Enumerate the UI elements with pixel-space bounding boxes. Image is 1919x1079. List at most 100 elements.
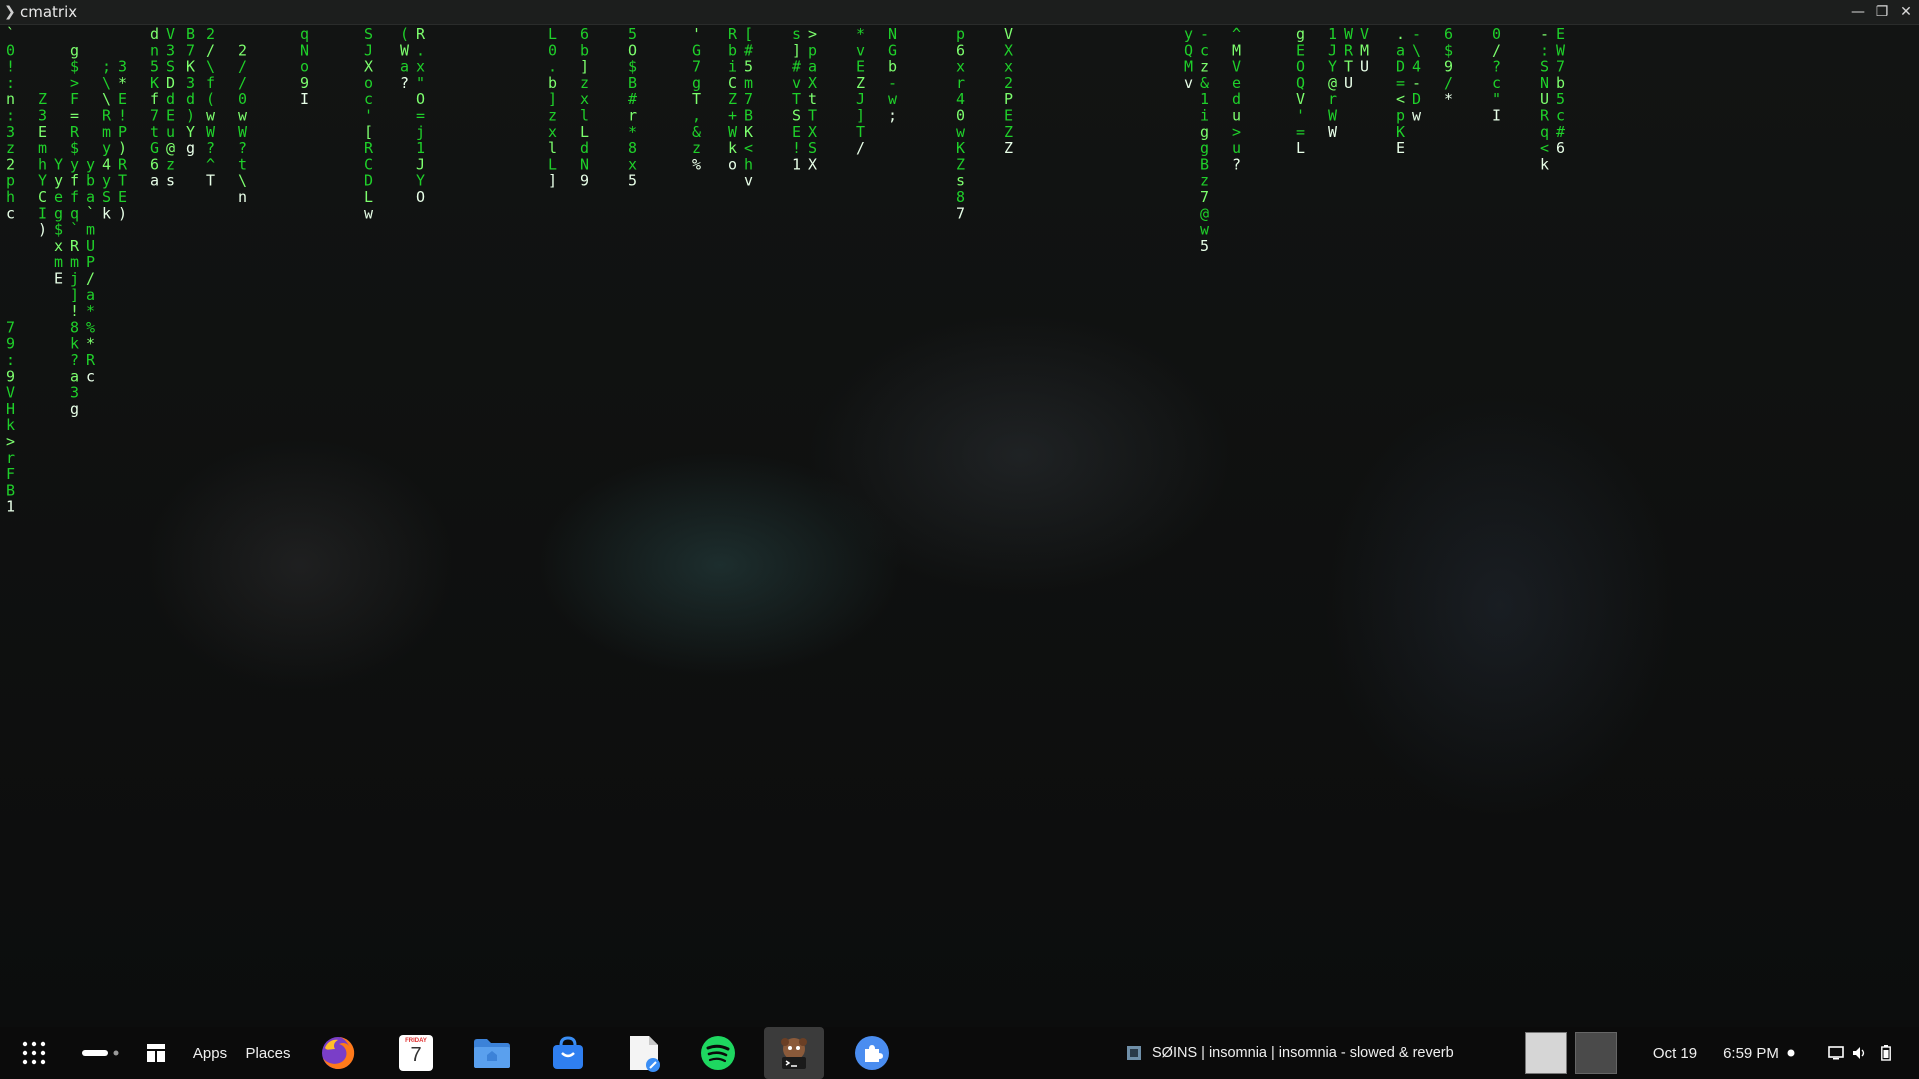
- matrix-glyph: ': [1296, 107, 1305, 125]
- matrix-glyph: X: [1004, 41, 1013, 59]
- matrix-glyph: *: [118, 74, 127, 92]
- matrix-glyph: F: [70, 90, 79, 108]
- matrix-glyph: 6: [150, 155, 159, 173]
- calendar-icon[interactable]: FRIDAY 7: [396, 1027, 436, 1079]
- matrix-glyph: g: [70, 400, 79, 418]
- matrix-glyph: *: [628, 123, 637, 141]
- matrix-glyph: !: [118, 107, 127, 125]
- places-menu-label: Places: [245, 1044, 291, 1062]
- matrix-glyph: &: [1200, 74, 1209, 92]
- matrix-glyph: ?: [70, 351, 79, 369]
- text-editor-icon[interactable]: [624, 1027, 664, 1079]
- software-store-icon[interactable]: [548, 1027, 588, 1079]
- workspace-thumb-1[interactable]: [1524, 1027, 1568, 1079]
- matrix-glyph: K: [1396, 123, 1405, 141]
- matrix-glyph: n: [6, 90, 15, 108]
- workspace-indicator[interactable]: [80, 1027, 120, 1079]
- matrix-glyph: O: [416, 188, 425, 206]
- matrix-glyph: M: [1184, 58, 1193, 76]
- matrix-glyph: 7: [956, 204, 965, 222]
- matrix-glyph: k: [1540, 155, 1549, 173]
- battery-icon[interactable]: [1876, 1027, 1896, 1079]
- workspace-thumb-2[interactable]: [1574, 1027, 1618, 1079]
- matrix-glyph: t: [238, 155, 247, 173]
- close-icon[interactable]: ✕: [1897, 3, 1915, 21]
- matrix-glyph: 7: [6, 318, 15, 336]
- screen-icon[interactable]: [1826, 1027, 1846, 1079]
- files-icon[interactable]: [472, 1027, 512, 1079]
- matrix-glyph: V: [6, 384, 15, 402]
- matrix-glyph: L: [548, 155, 557, 173]
- matrix-glyph: v: [792, 74, 801, 92]
- media-player-icon[interactable]: [1124, 1027, 1144, 1079]
- window-list-icon[interactable]: [144, 1027, 168, 1079]
- matrix-glyph: r: [6, 449, 15, 467]
- matrix-glyph: W: [1328, 123, 1338, 141]
- matrix-glyph: /: [238, 58, 247, 76]
- matrix-glyph: N: [1540, 74, 1549, 92]
- matrix-glyph: 1: [416, 139, 425, 157]
- matrix-glyph: B: [1200, 155, 1209, 173]
- matrix-glyph: r: [1328, 90, 1337, 108]
- matrix-glyph: y: [70, 155, 79, 173]
- extensions-icon[interactable]: [852, 1027, 892, 1079]
- apps-menu-button[interactable]: Apps: [190, 1027, 230, 1079]
- notification-dot-icon[interactable]: [1784, 1027, 1798, 1079]
- minimize-icon[interactable]: —: [1849, 3, 1867, 21]
- matrix-glyph: :: [6, 74, 15, 92]
- matrix-glyph: b: [86, 172, 95, 190]
- matrix-column: SJXoc'[RCDLw: [364, 25, 374, 222]
- matrix-glyph: L: [1296, 139, 1305, 157]
- matrix-glyph: T: [808, 107, 817, 125]
- matrix-glyph: x: [628, 155, 637, 173]
- matrix-glyph: R: [102, 107, 112, 125]
- matrix-glyph: x: [54, 237, 63, 255]
- terminal-icon[interactable]: [764, 1027, 824, 1079]
- matrix-column: .aD=<pKE: [1396, 25, 1405, 157]
- matrix-glyph: #: [744, 41, 753, 59]
- matrix-glyph: R: [70, 123, 80, 141]
- matrix-glyph: K: [956, 139, 965, 157]
- matrix-glyph: I: [300, 90, 309, 108]
- matrix-column: L0.b]zxlL]: [548, 25, 557, 190]
- matrix-glyph: o: [364, 74, 373, 92]
- matrix-column: gEOQV'=L: [1296, 25, 1305, 157]
- matrix-glyph: \: [238, 172, 247, 190]
- matrix-glyph: r: [628, 107, 637, 125]
- matrix-glyph: `: [6, 25, 15, 43]
- matrix-glyph: >: [1232, 123, 1241, 141]
- matrix-glyph: @: [1200, 204, 1209, 222]
- matrix-glyph: E: [856, 58, 865, 76]
- matrix-glyph: d: [580, 139, 589, 157]
- matrix-glyph: g: [70, 41, 79, 59]
- matrix-glyph: /: [1444, 74, 1453, 92]
- places-menu-button[interactable]: Places: [245, 1027, 291, 1079]
- matrix-glyph: R: [416, 25, 426, 43]
- matrix-glyph: E: [118, 90, 127, 108]
- matrix-column: 1JY@rWW: [1328, 25, 1338, 141]
- matrix-glyph: 6: [1556, 139, 1565, 157]
- media-title-button[interactable]: SØINS | insomnia | insomnia - slowed & r…: [1152, 1027, 1492, 1079]
- terminal-output[interactable]: ` 0!: n:3 z 2 p h c 7 9:9 V Hk > r F B 1 Z 3 Em h Y C I) Yy e g $ x m…: [0, 25, 1919, 1027]
- matrix-glyph: B: [186, 25, 195, 43]
- date-label[interactable]: Oct 19: [1650, 1027, 1700, 1079]
- matrix-glyph: \: [102, 90, 111, 108]
- app-grid-icon[interactable]: [16, 1027, 52, 1079]
- matrix-glyph: D: [364, 172, 373, 190]
- volume-icon[interactable]: [1850, 1027, 1870, 1079]
- matrix-glyph: !: [6, 58, 15, 76]
- clock-label[interactable]: 6:59 PM: [1718, 1027, 1784, 1079]
- matrix-glyph: z: [692, 139, 701, 157]
- matrix-glyph: j: [416, 123, 425, 141]
- maximize-icon[interactable]: ❐: [1873, 3, 1891, 21]
- matrix-column: Yyeg$xmE: [54, 155, 63, 287]
- matrix-glyph: c: [1556, 107, 1565, 125]
- matrix-glyph: ): [38, 221, 47, 239]
- matrix-glyph: K: [744, 123, 753, 141]
- firefox-icon[interactable]: [318, 1027, 358, 1079]
- matrix-glyph: ': [364, 107, 373, 125]
- matrix-column: 'G7gT,&z%: [692, 25, 701, 173]
- matrix-glyph: d: [186, 90, 195, 108]
- matrix-glyph: c: [6, 204, 15, 222]
- spotify-icon[interactable]: [698, 1027, 738, 1079]
